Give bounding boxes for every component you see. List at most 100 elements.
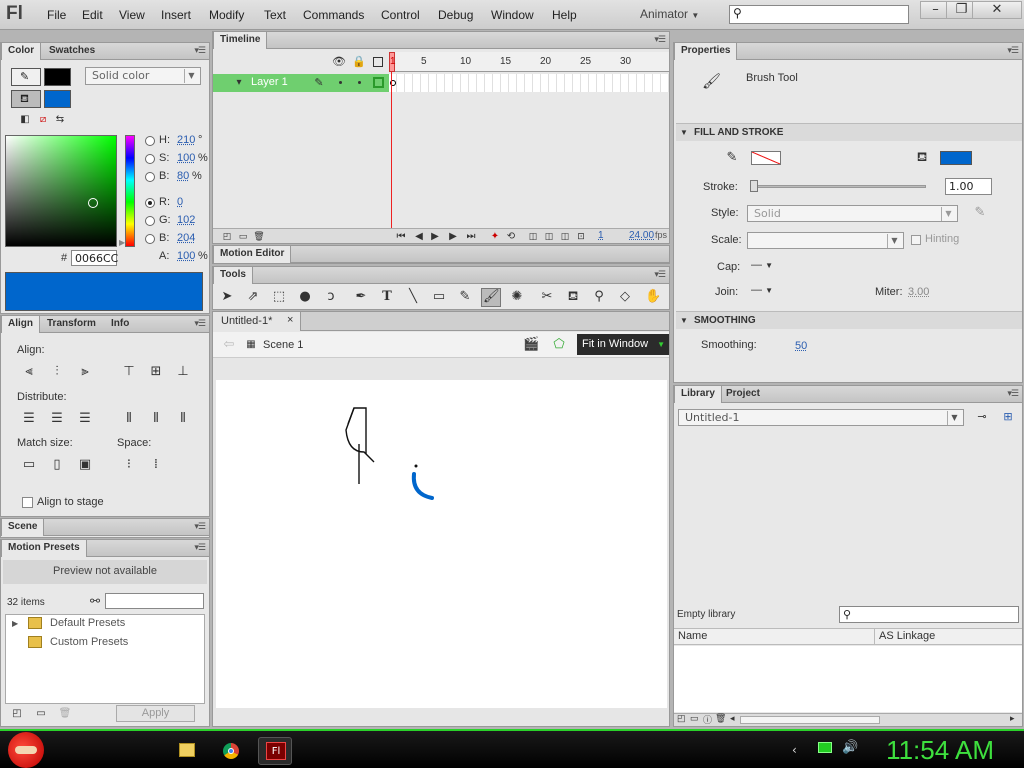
onion-markers-icon[interactable]: ⊡ (573, 229, 589, 245)
tab-project[interactable]: Project (720, 386, 766, 403)
edit-scene-icon[interactable]: 🎬 (523, 337, 539, 353)
tray-icon-arrow[interactable]: ‹ (792, 743, 797, 757)
fill-color-swatch[interactable] (44, 90, 71, 108)
color-picker-handle[interactable] (88, 198, 98, 208)
pencil-tool-icon[interactable]: ✎ (457, 289, 473, 305)
color-spectrum-picker[interactable] (5, 135, 117, 247)
taskbar-chrome[interactable] (214, 737, 248, 765)
preset-item-custom[interactable]: Custom Presets (50, 636, 128, 648)
edit-stroke-style-icon[interactable]: ✎ (972, 205, 988, 221)
menu-commands[interactable]: Commands (303, 8, 364, 22)
eye-icon[interactable]: 👁 (331, 54, 347, 70)
stroke-color-swatch[interactable] (751, 151, 781, 165)
stroke-slider-handle[interactable] (750, 180, 758, 192)
match-both-icon[interactable]: ▣ (77, 457, 93, 473)
onion-outline-icon[interactable]: ◫ (541, 229, 557, 245)
distribute-right-icon[interactable]: ⦀ (175, 411, 191, 427)
taskbar-flash[interactable]: Fl (258, 737, 292, 765)
align-right-icon[interactable]: ⫸ (77, 364, 93, 380)
s-value[interactable]: 100 (177, 152, 195, 164)
h-value[interactable]: 210 (177, 134, 195, 146)
menu-help[interactable]: Help (552, 8, 577, 22)
distribute-top-icon[interactable]: ☰ (21, 411, 37, 427)
align-vcenter-icon[interactable]: ⊞ (148, 364, 164, 380)
b-radio[interactable] (145, 172, 155, 182)
menu-control[interactable]: Control (381, 8, 420, 22)
last-frame-icon[interactable]: ⏭ (463, 229, 479, 245)
panel-menu-icon[interactable]: ▾☰ (194, 543, 206, 553)
distribute-bottom-icon[interactable]: ☰ (77, 411, 93, 427)
menu-insert[interactable]: Insert (161, 8, 191, 22)
new-library-panel-icon[interactable]: ⊞ (1000, 409, 1016, 425)
h-radio[interactable] (145, 136, 155, 146)
stage-canvas[interactable] (216, 380, 667, 708)
menu-text[interactable]: Text (264, 8, 286, 22)
visibility-dot[interactable] (339, 81, 342, 84)
align-top-icon[interactable]: ⊤ (121, 364, 137, 380)
tab-tools[interactable]: Tools (213, 267, 253, 284)
apply-button[interactable]: Apply (116, 705, 195, 722)
edit-multiple-icon[interactable]: ◫ (557, 229, 573, 245)
tab-motion-editor[interactable]: Motion Editor (213, 246, 292, 263)
paint-bucket-tool-icon[interactable]: ⛾ (565, 289, 581, 305)
column-name[interactable]: Name (678, 630, 707, 642)
menu-debug[interactable]: Debug (438, 8, 473, 22)
alpha-value[interactable]: 100 (177, 250, 195, 262)
menu-window[interactable]: Window (491, 8, 534, 22)
new-symbol-icon[interactable]: ◰ (677, 713, 686, 724)
zoom-select[interactable]: Fit in Window ▼ (577, 334, 669, 355)
hex-input[interactable]: 0066CC (71, 250, 118, 266)
subselection-tool-icon[interactable]: ⇗ (245, 289, 261, 305)
panel-menu-icon[interactable]: ▾☰ (1007, 389, 1019, 399)
smoothing-section[interactable]: SMOOTHING (676, 311, 1022, 330)
pen-tool-icon[interactable]: ✒ (353, 289, 369, 305)
miter-value[interactable]: 3.00 (908, 286, 929, 298)
edit-symbols-icon[interactable]: ⬠ (551, 337, 567, 353)
library-hscrollbar[interactable] (740, 716, 880, 724)
layer-outline-box[interactable] (373, 77, 384, 88)
line-tool-icon[interactable]: ╲ (405, 289, 421, 305)
g-value[interactable]: 102 (177, 214, 195, 226)
pin-library-icon[interactable]: ⊸ (974, 409, 990, 425)
black-white-icon[interactable]: ◧ (17, 112, 33, 128)
onion-skin-icon[interactable]: ◫ (525, 229, 541, 245)
panel-menu-icon[interactable]: ▾☰ (654, 35, 666, 45)
text-tool-icon[interactable]: T (379, 289, 395, 305)
doc-tab-untitled-1[interactable]: Untitled-1* × (213, 312, 301, 331)
smoothing-value[interactable]: 50 (795, 340, 807, 352)
preset-search-input[interactable] (105, 593, 204, 609)
start-button[interactable] (8, 732, 44, 768)
workspace-switcher[interactable]: Animator ▼ (640, 7, 699, 21)
expand-icon[interactable]: ▶ (12, 619, 18, 628)
stroke-input[interactable]: 1.00 (945, 178, 992, 195)
space-horizontal-icon[interactable]: ⁞ (148, 457, 164, 473)
first-frame-icon[interactable]: ⏮ (393, 229, 409, 245)
align-bottom-icon[interactable]: ⊥ (175, 364, 191, 380)
tab-properties[interactable]: Properties (674, 43, 738, 60)
loop-icon[interactable]: ⟲ (503, 229, 519, 245)
align-hcenter-icon[interactable]: ⫶ (49, 364, 65, 380)
brush-shape[interactable] (411, 472, 434, 500)
panel-menu-icon[interactable]: ▾☰ (1007, 46, 1019, 56)
tab-align[interactable]: Align (1, 316, 40, 333)
current-frame-value[interactable]: 1 (598, 230, 604, 241)
space-vertical-icon[interactable]: ⁝ (121, 457, 137, 473)
help-search-input[interactable]: ⚲ (729, 5, 909, 24)
stroke-shape[interactable] (347, 407, 367, 454)
delete-icon[interactable]: 🗑 (57, 706, 73, 722)
distribute-left-icon[interactable]: ⦀ (121, 411, 137, 427)
taskbar-explorer[interactable] (170, 737, 204, 765)
b-value[interactable]: 80 (177, 170, 189, 182)
frame-row[interactable] (389, 74, 669, 92)
menu-modify[interactable]: Modify (209, 8, 244, 22)
match-height-icon[interactable]: ▯ (49, 457, 65, 473)
delete-layer-icon[interactable]: 🗑 (251, 229, 267, 245)
library-search-input[interactable]: ⚲ (839, 606, 1019, 623)
new-folder-icon[interactable]: ▭ (235, 229, 251, 245)
panel-menu-icon[interactable]: ▾☰ (194, 319, 206, 329)
tab-motion-presets[interactable]: Motion Presets (1, 540, 87, 557)
lasso-tool-icon[interactable]: ↄ (323, 289, 339, 305)
menu-view[interactable]: View (119, 8, 145, 22)
g-radio[interactable] (145, 216, 155, 226)
distribute-hcenter-icon[interactable]: ⦀ (148, 411, 164, 427)
